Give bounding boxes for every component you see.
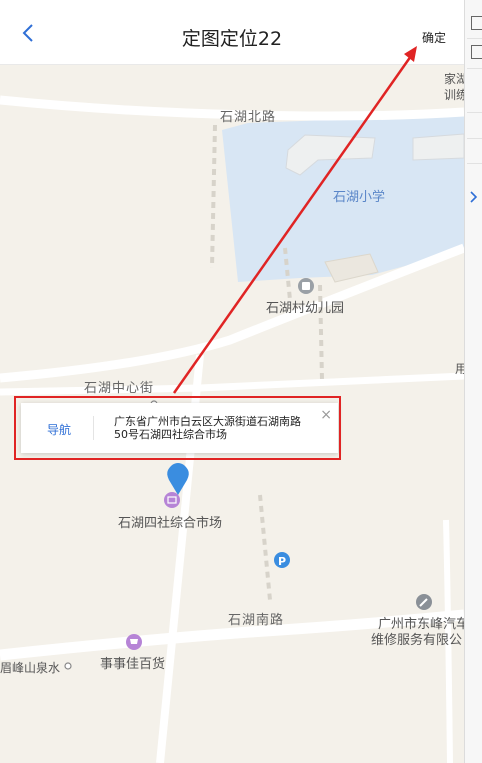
- navigate-button[interactable]: 导航: [47, 421, 71, 438]
- address-text: 广东省广州市白云区大源街道石湖南路50号石湖四社综合市场: [114, 415, 301, 441]
- divider: [93, 416, 94, 440]
- center-street-label: 石湖中心街: [84, 381, 155, 396]
- poi-dot: [64, 662, 72, 670]
- north-road-label: 石湖北路: [220, 110, 277, 125]
- department-store-label: 事事佳百货: [100, 657, 166, 672]
- panel-tab-icon[interactable]: [471, 16, 482, 30]
- page-title: 定图定位22: [181, 28, 283, 50]
- spring-label: 眉峰山泉水: [0, 661, 61, 675]
- app-header: 定图定位22 确定: [0, 0, 464, 65]
- south-road-label: 石湖南路: [228, 613, 285, 628]
- center-street: [0, 372, 464, 396]
- market-label: 石湖四社综合市场: [118, 516, 223, 531]
- market-icon: [164, 492, 180, 508]
- location-popup: 导航 广东省广州市白云区大源街道石湖南路50号石湖四社综合市场 ×: [21, 403, 338, 453]
- panel-tab-icon[interactable]: [471, 45, 482, 59]
- confirm-button[interactable]: 确定: [422, 29, 446, 46]
- chevron-right-icon[interactable]: [468, 190, 480, 204]
- divider: [467, 112, 482, 113]
- repair-label-line2: 维修服务有限公: [371, 633, 463, 648]
- side-panel-edge: [464, 0, 482, 763]
- kindergarten-label: 石湖村幼儿园: [266, 301, 345, 316]
- school-label: 石湖小学: [333, 190, 386, 205]
- building-shape: [412, 133, 464, 161]
- divider: [467, 163, 482, 164]
- divider: [467, 68, 482, 69]
- svg-text:P: P: [278, 555, 286, 568]
- divider: [467, 138, 482, 139]
- minor-path: [258, 494, 272, 601]
- divider: [467, 38, 482, 39]
- close-icon[interactable]: ×: [320, 407, 332, 423]
- minor-path: [210, 124, 217, 269]
